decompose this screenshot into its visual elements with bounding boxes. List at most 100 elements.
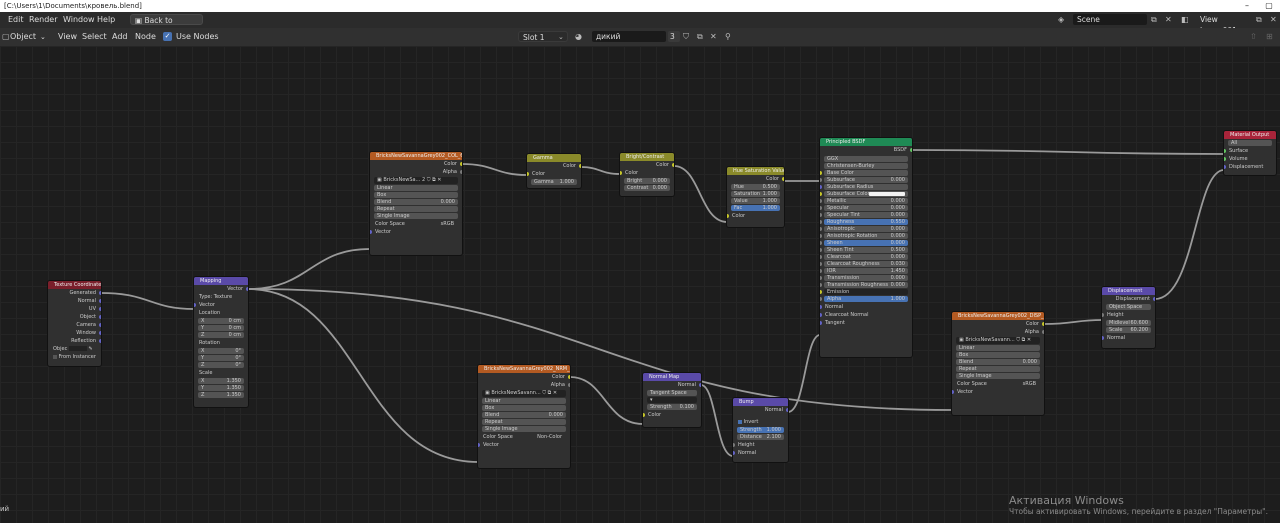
socket[interactable] bbox=[99, 307, 101, 311]
blend-field[interactable]: Blend 0.000 bbox=[482, 412, 566, 418]
scale-field[interactable]: Scale 60.200 bbox=[1106, 327, 1151, 333]
back-to-previous-button[interactable]: ▣ Back to Previous bbox=[130, 14, 203, 36]
socket[interactable] bbox=[820, 227, 822, 231]
socket[interactable] bbox=[820, 192, 822, 196]
source-dropdown[interactable]: Single Image bbox=[374, 213, 458, 219]
input-vector[interactable]: Vector bbox=[952, 388, 1044, 396]
input-normal[interactable]: Normal bbox=[1102, 334, 1155, 342]
socket[interactable] bbox=[782, 177, 784, 181]
socket[interactable] bbox=[1042, 322, 1044, 326]
maximize-icon[interactable]: ▢ bbox=[1258, 0, 1280, 12]
space-dropdown[interactable]: Object Space bbox=[1106, 304, 1151, 310]
output-camera[interactable]: Camera bbox=[48, 321, 101, 329]
node-header[interactable]: BricksNewSavannaGrey002_DISP_6K... bbox=[952, 312, 1044, 320]
input-clearcoat-normal[interactable]: Clearcoat Normal bbox=[820, 311, 912, 319]
input-vector[interactable]: Vector bbox=[370, 228, 462, 236]
uv-map-field[interactable]: ▾ bbox=[647, 397, 697, 403]
eyedropper-icon[interactable]: ✎ bbox=[89, 346, 93, 352]
extension-dropdown[interactable]: Repeat bbox=[482, 419, 566, 425]
source-dropdown[interactable]: Single Image bbox=[956, 373, 1040, 379]
snap-icon[interactable]: ⊞ bbox=[1266, 28, 1273, 46]
socket[interactable] bbox=[727, 214, 729, 218]
socket[interactable] bbox=[733, 451, 735, 455]
image-selector[interactable]: ▣ BricksNewSavann... ⛉ ⧉ ✕ bbox=[482, 390, 566, 397]
input-vector[interactable]: Vector bbox=[478, 441, 570, 449]
socket[interactable] bbox=[820, 283, 822, 287]
node-header[interactable]: BricksNewSavannaGrey002_NRM_6K.jpg bbox=[478, 365, 570, 373]
material-output-node[interactable]: Material Output All Surface Volume Displ… bbox=[1223, 130, 1277, 176]
socket[interactable] bbox=[194, 303, 196, 307]
target-dropdown[interactable]: All bbox=[1228, 140, 1272, 146]
fake-user-icon[interactable]: ⛉ bbox=[683, 28, 689, 46]
node-canvas[interactable] bbox=[0, 46, 1280, 523]
socket[interactable] bbox=[672, 163, 674, 167]
texture-coordinate-node[interactable]: Texture Coordinate Generated Normal UV O… bbox=[47, 280, 102, 367]
bsdf-input-subsurface[interactable]: Subsurface 0.000 bbox=[820, 177, 908, 183]
socket[interactable] bbox=[820, 234, 822, 238]
bsdf-input-sheen-tint[interactable]: Sheen Tint 0.500 bbox=[820, 247, 908, 253]
socket[interactable] bbox=[820, 269, 822, 273]
subsurface-method-dropdown[interactable]: Christensen-Burley bbox=[824, 163, 908, 169]
material-icon[interactable]: ◕ bbox=[575, 28, 582, 46]
material-users-count[interactable]: 3 bbox=[668, 31, 680, 42]
value-field[interactable]: Value 1.000 bbox=[731, 198, 780, 204]
socket[interactable] bbox=[733, 443, 735, 447]
mapping-node[interactable]: Mapping Vector Type: Texture Vector Loca… bbox=[193, 276, 249, 408]
socket[interactable] bbox=[1102, 313, 1104, 317]
view-layer-close-icon[interactable]: ✕ bbox=[1270, 12, 1277, 28]
bsdf-input-emission[interactable]: Emission bbox=[820, 289, 908, 295]
bsdf-input-ior[interactable]: IOR 1.450 bbox=[820, 268, 908, 274]
hue-field[interactable]: Hue 0.500 bbox=[731, 184, 780, 190]
socket[interactable] bbox=[820, 206, 822, 210]
socket[interactable] bbox=[99, 315, 101, 319]
socket[interactable] bbox=[478, 443, 480, 447]
socket[interactable] bbox=[643, 413, 645, 417]
pin-icon[interactable]: ⚲ bbox=[725, 28, 731, 46]
blend-field[interactable]: Blend 0.000 bbox=[956, 359, 1040, 365]
scale-y[interactable]: Y 1.350 bbox=[198, 385, 244, 391]
parent-node-tree-icon[interactable]: ⇧ bbox=[1250, 28, 1257, 46]
socket[interactable] bbox=[910, 148, 912, 152]
bsdf-input-base-color[interactable]: Base Color bbox=[820, 170, 908, 176]
socket[interactable] bbox=[246, 287, 248, 291]
socket[interactable] bbox=[820, 185, 822, 189]
unlink-material-icon[interactable]: ✕ bbox=[710, 28, 717, 46]
input-color[interactable]: Color bbox=[620, 169, 674, 177]
socket[interactable] bbox=[820, 262, 822, 266]
midlevel-field[interactable]: Midlevel 60.600 bbox=[1106, 320, 1151, 326]
output-normal[interactable]: Normal bbox=[643, 381, 701, 389]
bright-field[interactable]: Bright 0.000 bbox=[624, 178, 670, 184]
socket[interactable] bbox=[820, 171, 822, 175]
input-normal[interactable]: Normal bbox=[820, 303, 912, 311]
distribution-dropdown[interactable]: GGX bbox=[824, 156, 908, 162]
rotation-z[interactable]: Z 0° bbox=[198, 362, 244, 368]
node-header[interactable]: Hue Saturation Value bbox=[727, 167, 784, 175]
strength-field[interactable]: Strength 1.000 bbox=[737, 427, 784, 433]
socket[interactable] bbox=[820, 213, 822, 217]
rotation-x[interactable]: X 0° bbox=[198, 348, 244, 354]
bsdf-input-metallic[interactable]: Metallic 0.000 bbox=[820, 198, 908, 204]
image-selector[interactable]: ▣ BricksNewSa... 2 ⛉ ⧉ ✕ bbox=[374, 177, 458, 184]
scene-copy-icon[interactable]: ⧉ bbox=[1151, 12, 1157, 28]
menu-window[interactable]: Window bbox=[63, 12, 95, 28]
node-header[interactable]: Displacement bbox=[1102, 287, 1155, 295]
node-header[interactable]: Bright/Contrast bbox=[620, 153, 674, 161]
duplicate-material-icon[interactable]: ⧉ bbox=[697, 28, 703, 46]
image-texture-disp-node[interactable]: BricksNewSavannaGrey002_DISP_6K... Color… bbox=[951, 311, 1045, 416]
scale-z[interactable]: Z 1.350 bbox=[198, 392, 244, 398]
rotation-y[interactable]: Y 0° bbox=[198, 355, 244, 361]
node-header[interactable]: Normal Map bbox=[643, 373, 701, 381]
input-tangent[interactable]: Tangent bbox=[820, 319, 912, 327]
input-surface[interactable]: Surface bbox=[1224, 147, 1276, 155]
input-height[interactable]: Height bbox=[1102, 311, 1155, 319]
object-picker[interactable] bbox=[68, 346, 87, 351]
output-color[interactable]: Color bbox=[620, 161, 674, 169]
node-header[interactable]: Material Output bbox=[1224, 131, 1276, 139]
output-displacement[interactable]: Displacement bbox=[1102, 295, 1155, 303]
output-normal[interactable]: Normal bbox=[48, 297, 101, 305]
output-generated[interactable]: Generated bbox=[48, 289, 101, 297]
socket[interactable] bbox=[820, 313, 822, 317]
bump-node[interactable]: Bump Normal Invert Strength 1.000 Distanc… bbox=[732, 397, 789, 463]
checkbox-box[interactable] bbox=[53, 354, 57, 359]
output-object[interactable]: Object bbox=[48, 313, 101, 321]
